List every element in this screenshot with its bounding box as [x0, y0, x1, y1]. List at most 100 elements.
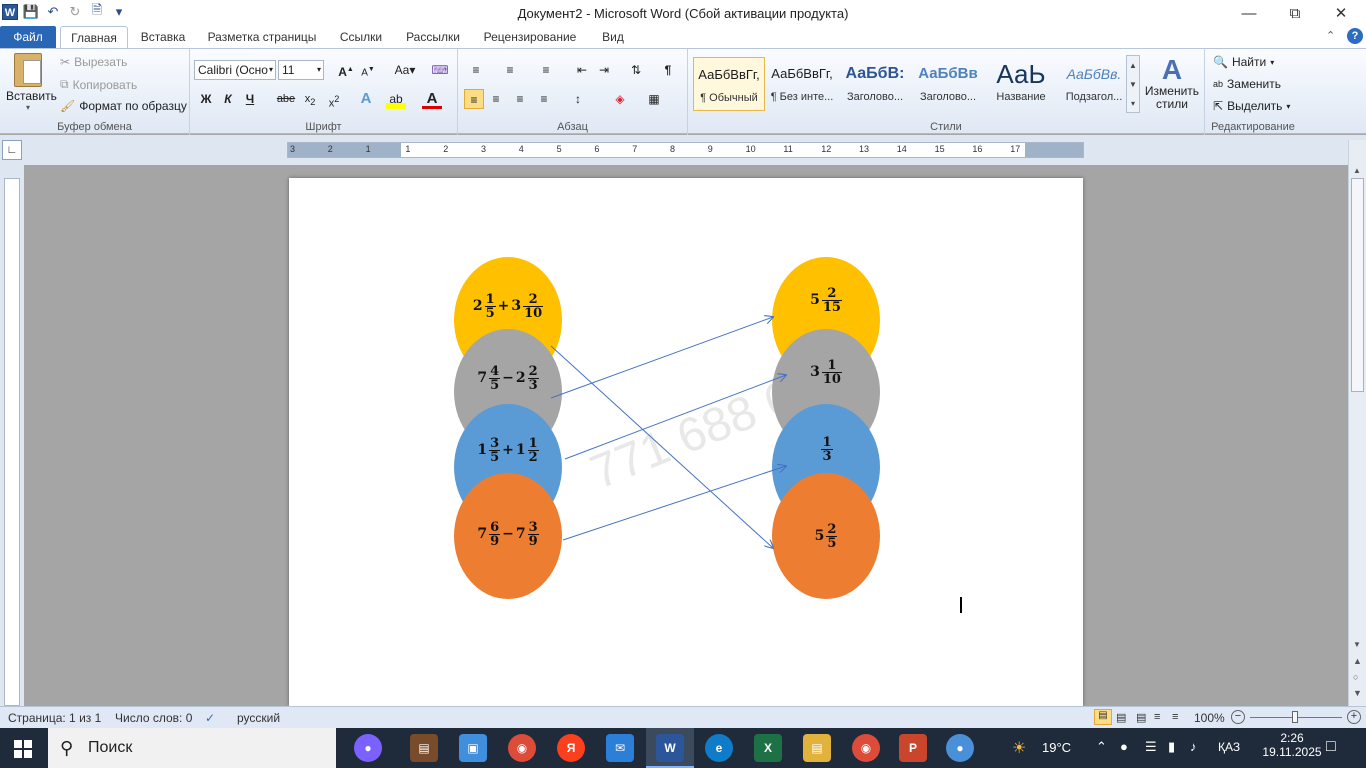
bullets-icon[interactable]: ≡	[466, 60, 486, 80]
styles-scroll[interactable]: ▲ ▼ ▾	[1126, 55, 1140, 113]
restore-button[interactable]: ⧉	[1272, 0, 1318, 26]
browse-object-icon[interactable]: ○	[1353, 672, 1358, 682]
network-icon[interactable]: ☰	[1145, 739, 1157, 755]
zoom-slider-thumb[interactable]	[1292, 711, 1298, 723]
change-styles-button[interactable]: A Изменить стили	[1144, 55, 1200, 111]
numbering-icon[interactable]: ≡	[500, 60, 520, 80]
cut-button[interactable]: ✂ Вырезать	[60, 55, 127, 69]
powerpoint-icon[interactable]: P	[899, 734, 927, 762]
scroll-up-icon[interactable]: ▲	[1353, 166, 1361, 175]
line-spacing-icon[interactable]: ↕	[568, 89, 588, 109]
grow-font-icon[interactable]: A▲	[336, 60, 356, 80]
style-heading-2[interactable]: АаБбВв Заголово...	[912, 57, 984, 111]
text-effects-icon[interactable]: A	[356, 89, 376, 109]
underline-icon[interactable]: Ч	[240, 89, 260, 109]
microphone-icon[interactable]: ●	[1120, 739, 1128, 754]
format-painter-button[interactable]: 🖌 Формат по образцу	[60, 99, 187, 113]
arrow-1-to-4[interactable]	[550, 345, 773, 548]
superscript-icon[interactable]: x2	[324, 89, 344, 110]
align-left-icon[interactable]: ≡	[464, 89, 484, 109]
font-color-icon[interactable]: A	[422, 89, 442, 109]
tab-mailings[interactable]: Рассылки	[400, 26, 466, 48]
zoom-in-icon[interactable]: +	[1347, 710, 1361, 724]
minimize-ribbon-icon[interactable]: ⌃	[1326, 29, 1335, 42]
font-size-box[interactable]: 11 ▾	[278, 60, 324, 80]
highlight-icon[interactable]: ab	[386, 89, 406, 109]
align-center-icon[interactable]: ≡	[486, 89, 506, 109]
file-explorer-icon[interactable]: ▤	[803, 734, 831, 762]
increase-indent-icon[interactable]: ⇥	[594, 60, 614, 80]
windows-start-icon[interactable]	[14, 740, 32, 758]
page-count[interactable]: Страница: 1 из 1	[8, 711, 101, 725]
decrease-indent-icon[interactable]: ⇤	[572, 60, 592, 80]
tab-page-layout[interactable]: Разметка страницы	[202, 26, 322, 48]
justify-icon[interactable]: ≡	[534, 89, 554, 109]
print-layout-icon[interactable]: ▤	[1094, 709, 1112, 725]
winrar-icon[interactable]: ▤	[410, 734, 438, 762]
change-case-icon[interactable]: Aa▾	[392, 60, 418, 80]
borders-icon[interactable]: ▦	[644, 89, 664, 109]
draft-icon[interactable]: ≡	[1172, 711, 1178, 723]
tab-references[interactable]: Ссылки	[334, 26, 388, 48]
weather-icon[interactable]: ☀	[1012, 738, 1026, 758]
tab-view[interactable]: Вид	[596, 26, 630, 48]
arrow-2-to-1[interactable]	[550, 317, 773, 399]
paint-icon[interactable]: ●	[946, 734, 974, 762]
shrink-font-icon[interactable]: A▼	[358, 60, 378, 80]
italic-icon[interactable]: К	[218, 89, 238, 109]
document-page[interactable]: 771 688 67 17 2 1 5 +3 2 10 7 4 5−2 2 3 1 3 5 +1 1 2 7…	[289, 178, 1083, 706]
tab-insert[interactable]: Вставка	[134, 26, 192, 48]
align-right-icon[interactable]: ≡	[510, 89, 530, 109]
clear-formatting-icon[interactable]: ⌨	[430, 60, 450, 80]
alice-icon[interactable]: ●	[354, 734, 382, 762]
yandex-icon[interactable]: Я	[557, 734, 585, 762]
help-icon[interactable]: ?	[1347, 28, 1363, 44]
close-button[interactable]: ✕	[1318, 0, 1364, 26]
show-marks-icon[interactable]: ¶	[658, 60, 678, 80]
multilevel-list-icon[interactable]: ≡	[536, 60, 556, 80]
notifications-icon[interactable]: □	[1326, 738, 1336, 756]
zoom-level[interactable]: 100%	[1194, 711, 1225, 725]
volume-icon[interactable]: ♪	[1190, 739, 1197, 754]
tab-review[interactable]: Рецензирование	[478, 26, 582, 48]
style-no-spacing[interactable]: АаБбВвГг, ¶ Без инте...	[766, 57, 838, 111]
tab-selector[interactable]: ∟	[2, 140, 22, 160]
outline-icon[interactable]: ≡	[1154, 711, 1160, 723]
bold-icon[interactable]: Ж	[196, 89, 216, 109]
weather-temp[interactable]: 19°C	[1042, 740, 1071, 755]
full-screen-reading-icon[interactable]: ▤	[1116, 711, 1126, 724]
proofing-icon[interactable]: ✓	[205, 711, 215, 725]
style-normal[interactable]: АаБбВвГг, ¶ Обычный	[693, 57, 765, 111]
copy-button[interactable]: ⧉ Копировать	[60, 77, 137, 92]
chrome-icon-2[interactable]: ◉	[852, 734, 880, 762]
style-title[interactable]: АаЬ Название	[985, 57, 1057, 111]
web-layout-icon[interactable]: ▤	[1136, 711, 1146, 724]
font-name-box[interactable]: Calibri (Осно ▾	[194, 60, 276, 80]
vertical-ruler[interactable]	[4, 178, 20, 706]
style-heading-1[interactable]: АаБбВ: Заголово...	[839, 57, 911, 111]
edge-icon[interactable]: e	[705, 734, 733, 762]
battery-icon[interactable]: ▮	[1168, 739, 1175, 755]
mail-icon[interactable]: ✉	[606, 734, 634, 762]
shading-icon[interactable]: ◈	[610, 89, 630, 109]
style-subtitle[interactable]: АаБбВв. Подзагол...	[1058, 57, 1130, 111]
taskbar-search[interactable]: ⚲ Поиск	[48, 728, 336, 768]
minimize-button[interactable]: —	[1226, 0, 1272, 26]
language-status[interactable]: русский	[237, 711, 280, 725]
select-button[interactable]: ⇱ Выделить ▾	[1213, 99, 1290, 113]
tray-chevron-icon[interactable]: ⌃	[1096, 739, 1107, 755]
tab-file[interactable]: Файл	[0, 26, 56, 48]
next-page-icon[interactable]: ▼	[1353, 688, 1362, 698]
strikethrough-icon[interactable]: abe	[276, 89, 296, 109]
scroll-thumb[interactable]	[1351, 178, 1364, 392]
word-count[interactable]: Число слов: 0	[115, 711, 192, 725]
zoom-out-icon[interactable]: −	[1231, 710, 1245, 724]
paste-button[interactable]: Вставить ▾	[6, 53, 57, 112]
previous-page-icon[interactable]: ▲	[1353, 656, 1362, 666]
input-language[interactable]: ҚАЗ	[1218, 740, 1240, 754]
tab-home[interactable]: Главная	[60, 26, 128, 48]
vertical-scrollbar[interactable]: ▲ ▼ ▲ ○ ▼	[1348, 140, 1366, 706]
scroll-down-icon[interactable]: ▼	[1353, 640, 1361, 649]
sort-icon[interactable]: ⇅	[626, 60, 646, 80]
clock[interactable]: 2:26 19.11.2025	[1262, 731, 1322, 759]
